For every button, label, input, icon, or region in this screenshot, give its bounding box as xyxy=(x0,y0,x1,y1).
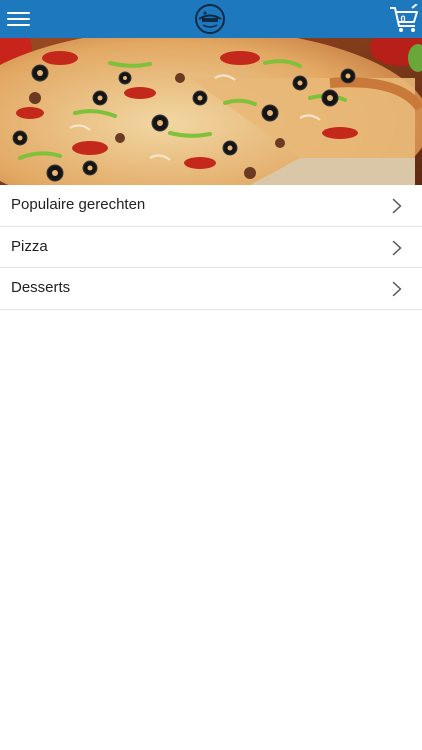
top-app-bar: 0 xyxy=(0,0,422,38)
category-label: Populaire gerechten xyxy=(11,196,146,213)
category-item-populaire-gerechten[interactable]: Populaire gerechten xyxy=(0,185,422,227)
chevron-right-icon xyxy=(392,240,402,256)
cart-count-badge: 0 xyxy=(400,14,406,24)
chevron-right-icon xyxy=(392,198,402,214)
category-list: Populaire gerechten Pizza Desserts xyxy=(0,185,422,310)
category-item-pizza[interactable]: Pizza xyxy=(0,226,422,268)
hamburger-menu-icon[interactable] xyxy=(7,10,31,28)
category-label: Desserts xyxy=(11,279,71,296)
category-item-desserts[interactable]: Desserts xyxy=(0,268,422,310)
chevron-right-icon xyxy=(392,281,402,297)
shopping-cart-icon[interactable]: 0 xyxy=(388,3,420,34)
hero-pizza-image xyxy=(0,38,422,185)
restaurant-logo[interactable] xyxy=(194,3,226,35)
category-label: Pizza xyxy=(11,237,48,255)
